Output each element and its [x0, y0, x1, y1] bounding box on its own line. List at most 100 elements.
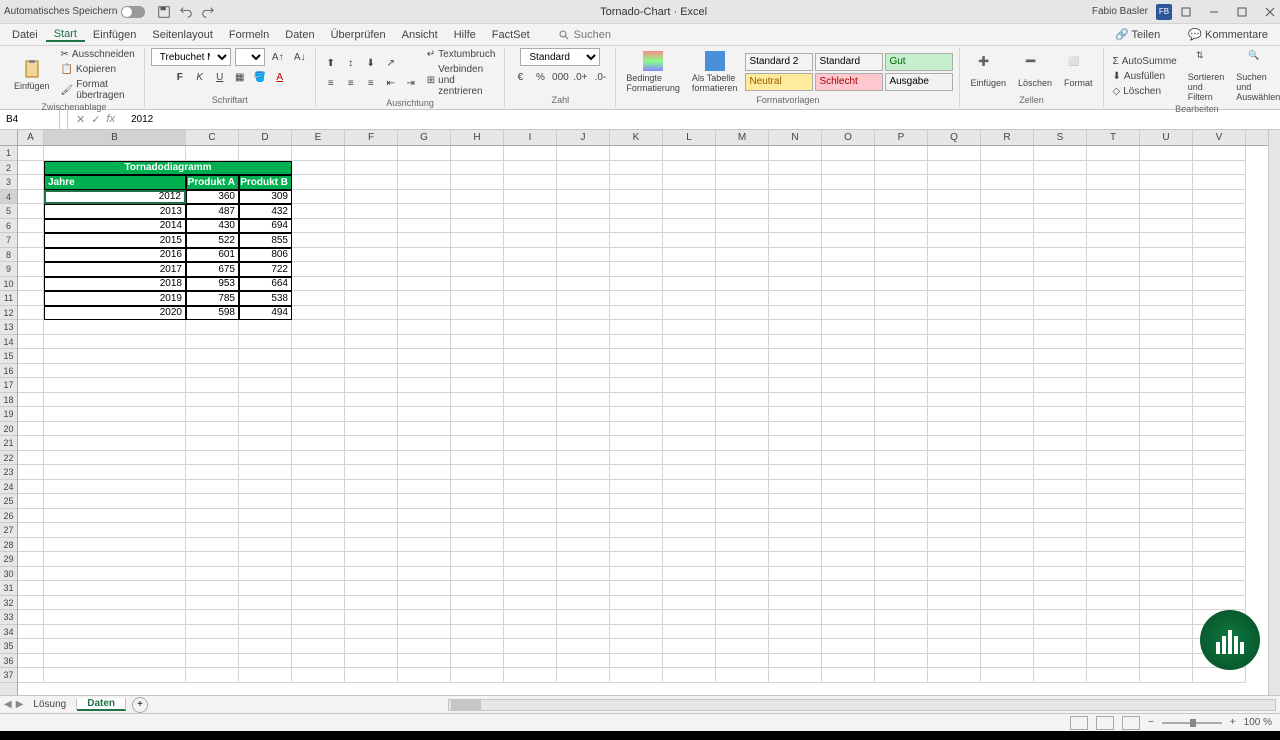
close-icon[interactable] [1264, 6, 1276, 18]
cell-H17[interactable] [451, 378, 504, 393]
cell-B1[interactable] [44, 146, 186, 161]
cell-L22[interactable] [663, 451, 716, 466]
cell-Q2[interactable] [928, 161, 981, 176]
cell-S32[interactable] [1034, 596, 1087, 611]
cell-R34[interactable] [981, 625, 1034, 640]
cell-G8[interactable] [398, 248, 451, 263]
cell-B9[interactable]: 2017 [44, 262, 186, 277]
cell-G18[interactable] [398, 393, 451, 408]
cell-Q12[interactable] [928, 306, 981, 321]
col-header-G[interactable]: G [398, 130, 451, 145]
cell-O6[interactable] [822, 219, 875, 234]
cell-B4[interactable]: 2012 [44, 190, 186, 205]
cell-E16[interactable] [292, 364, 345, 379]
cell-C24[interactable] [186, 480, 239, 495]
cell-B31[interactable] [44, 581, 186, 596]
cell-Q1[interactable] [928, 146, 981, 161]
row-header-9[interactable]: 9 [0, 262, 17, 277]
row-header-34[interactable]: 34 [0, 625, 17, 640]
cell-M27[interactable] [716, 523, 769, 538]
cell-I4[interactable] [504, 190, 557, 205]
cell-J36[interactable] [557, 654, 610, 669]
cell-M17[interactable] [716, 378, 769, 393]
zoom-level[interactable]: 100 % [1244, 717, 1272, 728]
cell-C7[interactable]: 522 [186, 233, 239, 248]
cell-K6[interactable] [610, 219, 663, 234]
cell-C32[interactable] [186, 596, 239, 611]
cell-M16[interactable] [716, 364, 769, 379]
cell-K30[interactable] [610, 567, 663, 582]
cell-P18[interactable] [875, 393, 928, 408]
cell-A21[interactable] [18, 436, 44, 451]
cell-T20[interactable] [1087, 422, 1140, 437]
cell-F5[interactable] [345, 204, 398, 219]
wrap-text-button[interactable]: ↵ Textumbruch [424, 48, 499, 61]
cell-K1[interactable] [610, 146, 663, 161]
col-header-S[interactable]: S [1034, 130, 1087, 145]
cell-U11[interactable] [1140, 291, 1193, 306]
cell-F29[interactable] [345, 552, 398, 567]
save-icon[interactable] [157, 5, 171, 19]
cell-S14[interactable] [1034, 335, 1087, 350]
cell-K17[interactable] [610, 378, 663, 393]
cell-V31[interactable] [1193, 581, 1246, 596]
fx-icon[interactable]: fx [106, 113, 115, 126]
cell-J2[interactable] [557, 161, 610, 176]
cell-A25[interactable] [18, 494, 44, 509]
cell-A6[interactable] [18, 219, 44, 234]
cell-M5[interactable] [716, 204, 769, 219]
cell-V20[interactable] [1193, 422, 1246, 437]
cell-M28[interactable] [716, 538, 769, 553]
cell-L18[interactable] [663, 393, 716, 408]
cell-P7[interactable] [875, 233, 928, 248]
cell-M7[interactable] [716, 233, 769, 248]
cell-H3[interactable] [451, 175, 504, 190]
cell-V24[interactable] [1193, 480, 1246, 495]
cell-J20[interactable] [557, 422, 610, 437]
cell-G37[interactable] [398, 668, 451, 683]
cell-V9[interactable] [1193, 262, 1246, 277]
cell-E13[interactable] [292, 320, 345, 335]
cell-K15[interactable] [610, 349, 663, 364]
cell-J24[interactable] [557, 480, 610, 495]
cell-N25[interactable] [769, 494, 822, 509]
cell-E2[interactable] [292, 161, 345, 176]
cell-D15[interactable] [239, 349, 292, 364]
col-header-H[interactable]: H [451, 130, 504, 145]
cell-N32[interactable] [769, 596, 822, 611]
cell-B24[interactable] [44, 480, 186, 495]
cell-P26[interactable] [875, 509, 928, 524]
cell-J6[interactable] [557, 219, 610, 234]
cell-A2[interactable] [18, 161, 44, 176]
cell-R12[interactable] [981, 306, 1034, 321]
cell-J23[interactable] [557, 465, 610, 480]
cell-B32[interactable] [44, 596, 186, 611]
cell-I11[interactable] [504, 291, 557, 306]
cell-F28[interactable] [345, 538, 398, 553]
cell-E18[interactable] [292, 393, 345, 408]
cell-U24[interactable] [1140, 480, 1193, 495]
row-header-11[interactable]: 11 [0, 291, 17, 306]
cell-N34[interactable] [769, 625, 822, 640]
row-header-20[interactable]: 20 [0, 422, 17, 437]
cell-G27[interactable] [398, 523, 451, 538]
cell-F31[interactable] [345, 581, 398, 596]
cell-B16[interactable] [44, 364, 186, 379]
cell-J19[interactable] [557, 407, 610, 422]
cell-H14[interactable] [451, 335, 504, 350]
cell-V14[interactable] [1193, 335, 1246, 350]
cell-J25[interactable] [557, 494, 610, 509]
cell-D31[interactable] [239, 581, 292, 596]
cell-F37[interactable] [345, 668, 398, 683]
orientation-button[interactable]: ↗ [382, 54, 400, 72]
cell-K33[interactable] [610, 610, 663, 625]
cell-L24[interactable] [663, 480, 716, 495]
style-ausgabe[interactable]: Ausgabe [885, 73, 953, 91]
cell-S25[interactable] [1034, 494, 1087, 509]
cell-P16[interactable] [875, 364, 928, 379]
cell-G5[interactable] [398, 204, 451, 219]
cell-J35[interactable] [557, 639, 610, 654]
cell-Q4[interactable] [928, 190, 981, 205]
cell-U10[interactable] [1140, 277, 1193, 292]
cell-Q20[interactable] [928, 422, 981, 437]
